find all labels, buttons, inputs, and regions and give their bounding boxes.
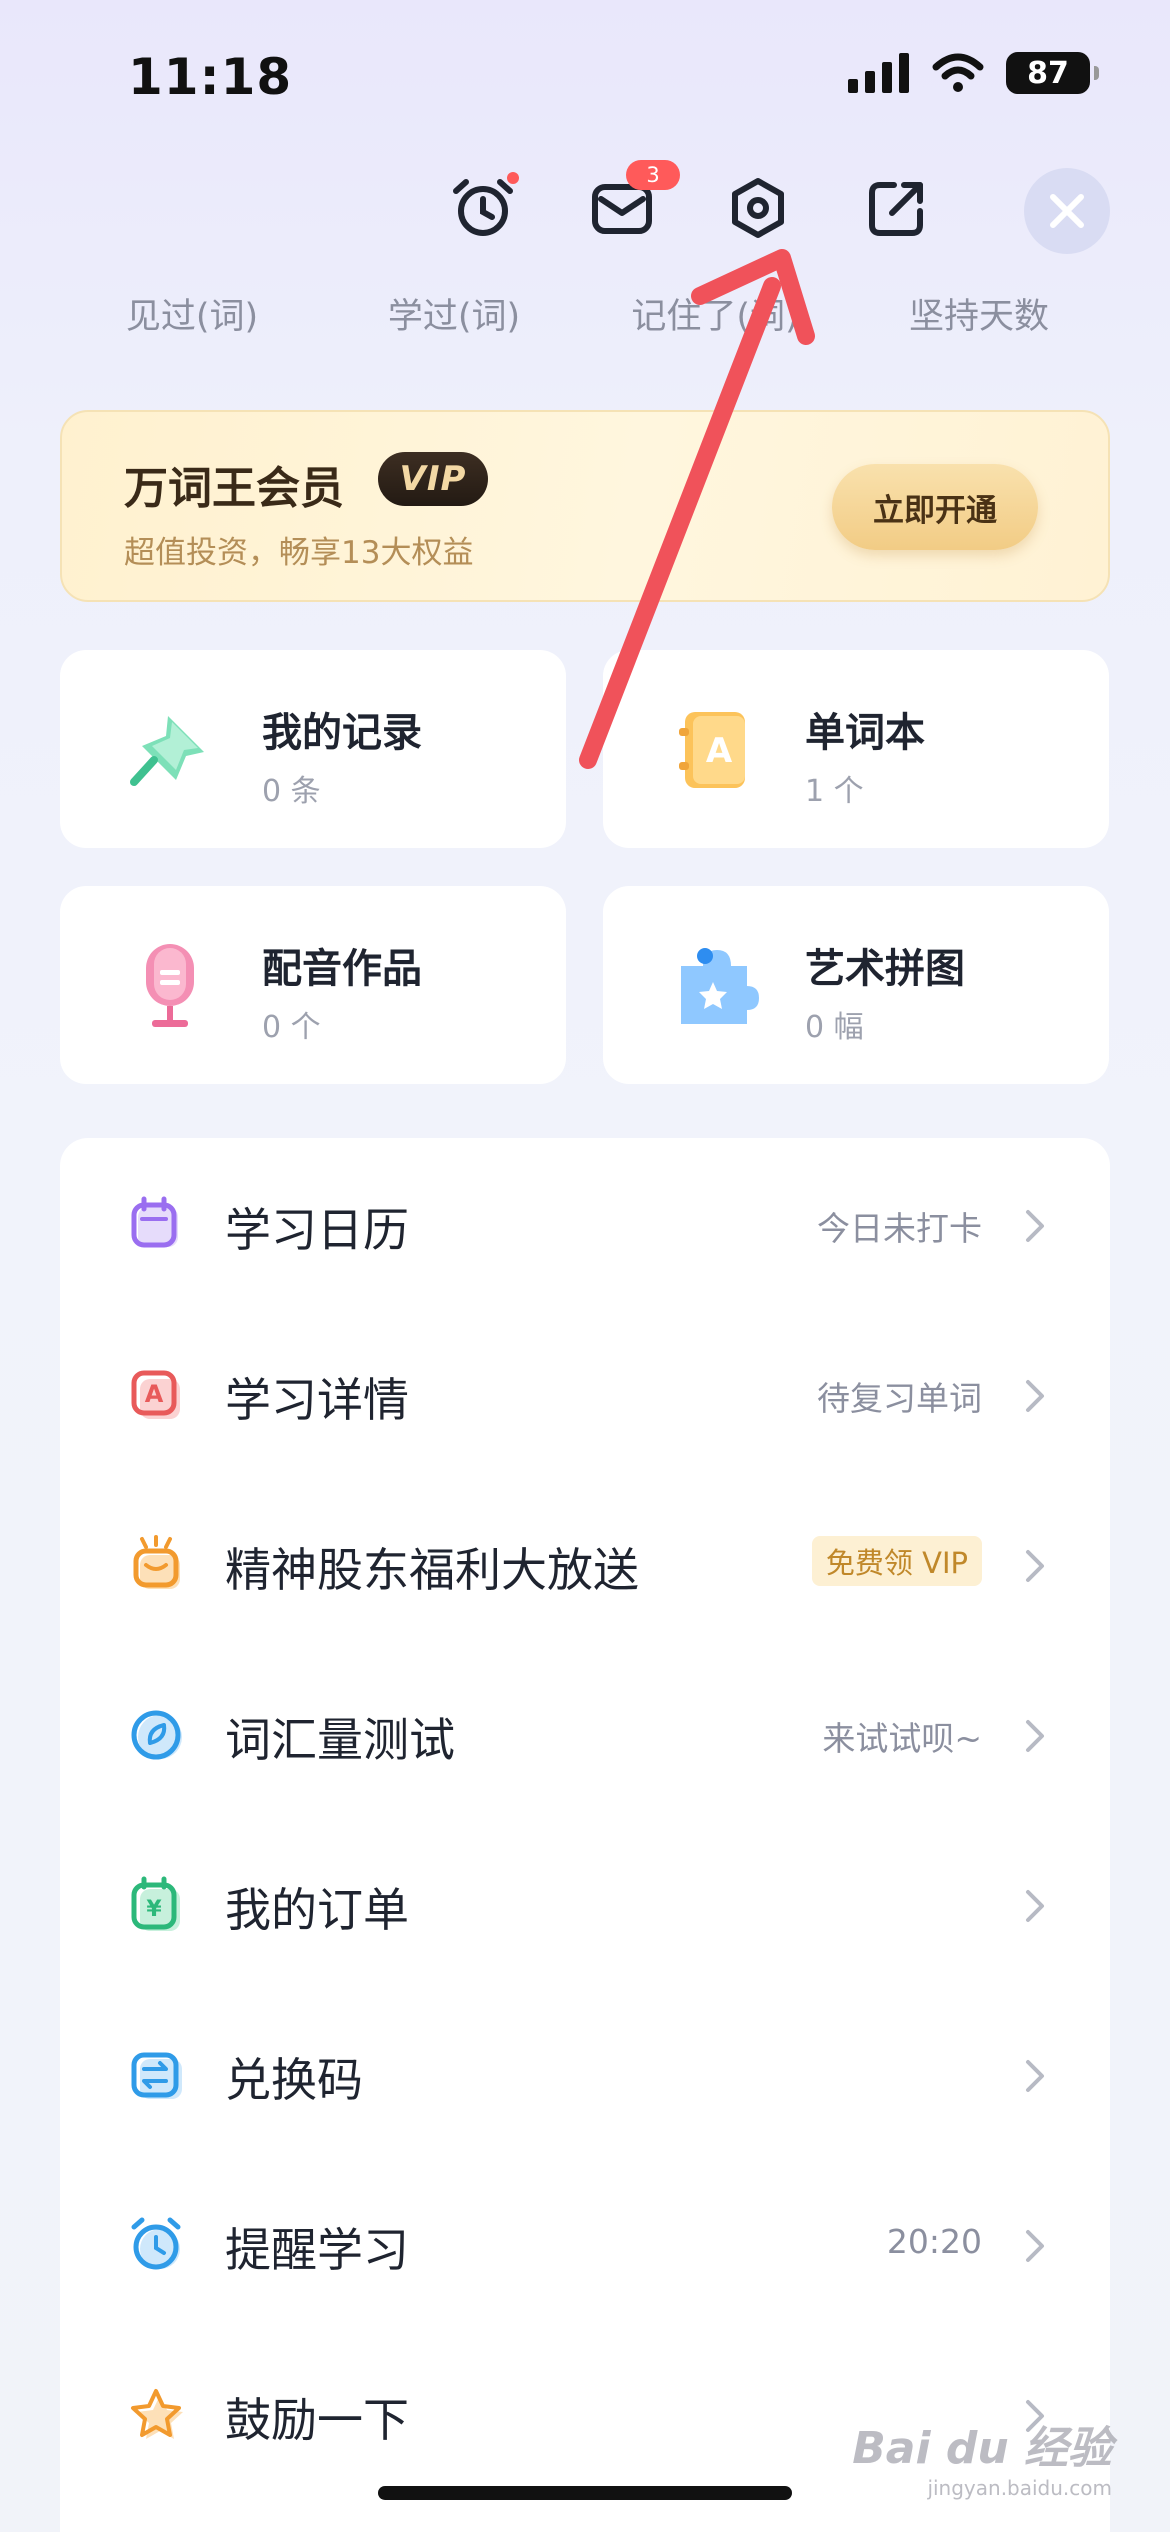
chevron-right-icon — [1026, 1380, 1044, 1412]
card-count: 0 个 — [262, 1010, 321, 1045]
card-dubbing[interactable]: 配音作品 0 个 — [60, 886, 566, 1084]
card-title: 我的记录 — [262, 710, 422, 756]
stat-streak-label[interactable]: 坚持天数 — [869, 288, 1089, 339]
svg-text:¥: ¥ — [146, 1897, 162, 1922]
stat-learned-label[interactable]: 学过(词) — [344, 288, 564, 339]
chevron-right-icon — [1026, 1210, 1044, 1242]
menu-item-label: 精神股东福利大放送 — [225, 1543, 639, 1597]
card-count: 1 个 — [805, 774, 864, 809]
menu-item-label: 兑换码 — [225, 2053, 363, 2107]
stat-remembered-label[interactable]: 记住了(词) — [605, 288, 825, 339]
reminder-time: 20:20 — [886, 2222, 982, 2261]
wifi-icon — [932, 53, 984, 92]
battery-indicator: 87 — [1006, 52, 1099, 94]
vip-title: 万词王会员 — [124, 463, 344, 514]
card-wordbook[interactable]: A 单词本 1 个 — [603, 650, 1109, 848]
watermark-logo: Bai du 经验 — [852, 2423, 1112, 2474]
chevron-right-icon — [1026, 2230, 1044, 2262]
stats-row: 见过(词) 学过(词) 记住了(词) 坚持天数 — [0, 288, 1170, 338]
alarm-clock-icon — [453, 179, 513, 236]
menu-item-redeem-code[interactable]: 兑换码 — [60, 1988, 1110, 2158]
calendar-icon — [131, 1196, 178, 1248]
vip-activate-button[interactable]: 立即开通 — [832, 464, 1038, 550]
menu-item-label: 学习日历 — [225, 1203, 409, 1257]
alarm-button[interactable] — [443, 168, 523, 248]
watermark: Bai du 经验 jingyan.baidu.com — [852, 2412, 1112, 2500]
vip-banner[interactable]: 万词王会员 VIP 超值投资，畅享13大权益 立即开通 — [60, 410, 1110, 602]
exchange-icon — [131, 2052, 182, 2099]
messages-button[interactable]: 3 — [582, 160, 680, 248]
alarm-icon — [131, 2217, 181, 2270]
battery-level: 87 — [1027, 55, 1069, 91]
menu-item-study-details[interactable]: A 学习详情 待复习单词 — [60, 1308, 1110, 1478]
card-title: 配音作品 — [262, 946, 422, 992]
star-icon — [131, 2389, 183, 2439]
card-art-puzzle[interactable]: 艺术拼图 0 幅 — [603, 886, 1109, 1084]
close-icon — [1050, 194, 1084, 228]
status-bar: 11:18 87 — [0, 0, 1170, 150]
menu-item-study-reminder[interactable]: 提醒学习 20:20 — [60, 2158, 1110, 2328]
menu-list: 学习日历 今日未打卡 A 学习详情 待复习单词 精神股东福利大放送 免费领 VI… — [60, 1138, 1110, 2532]
card-my-records[interactable]: 我的记录 0 条 — [60, 650, 566, 848]
puzzle-icon — [681, 948, 759, 1024]
svg-text:A: A — [145, 1380, 164, 1408]
vip-subtitle: 超值投资，畅享13大权益 — [124, 535, 474, 571]
card-count: 0 条 — [262, 774, 321, 809]
order-icon: ¥ — [131, 1876, 180, 1931]
chevron-right-icon — [1026, 1550, 1044, 1582]
svg-text:A: A — [706, 731, 733, 771]
share-button[interactable] — [857, 168, 937, 248]
watermark-url: jingyan.baidu.com — [927, 2476, 1112, 2500]
menu-item-my-orders[interactable]: ¥ 我的订单 — [60, 1818, 1110, 1988]
settings-icon — [732, 178, 784, 238]
menu-item-label: 提醒学习 — [225, 2223, 409, 2277]
stat-seen-label[interactable]: 见过(词) — [82, 288, 302, 339]
status-icons: 87 — [848, 52, 1099, 94]
top-toolbar: 3 — [0, 160, 1170, 258]
close-button[interactable] — [1024, 168, 1110, 254]
cellular-signal-icon — [848, 53, 909, 93]
wordbook-icon: A — [679, 712, 745, 788]
compass-icon — [131, 1710, 182, 1760]
share-icon — [869, 182, 923, 236]
card-title: 单词本 — [805, 710, 925, 756]
chevron-right-icon — [1026, 1720, 1044, 1752]
menu-item-label: 学习详情 — [225, 1373, 409, 1427]
study-detail-icon: A — [131, 1370, 180, 1419]
chevron-right-icon — [1026, 1890, 1044, 1922]
card-title: 艺术拼图 — [805, 946, 965, 992]
menu-item-label: 词汇量测试 — [225, 1713, 455, 1767]
menu-item-label: 鼓励一下 — [225, 2393, 409, 2447]
menu-item-status: 来试试呗~ — [822, 1719, 982, 1758]
alarm-notification-dot — [507, 172, 519, 184]
chevron-right-icon — [1026, 2060, 1044, 2092]
menu-item-study-calendar[interactable]: 学习日历 今日未打卡 — [60, 1138, 1110, 1308]
microphone-icon — [146, 944, 194, 1027]
menu-item-vocabulary-test[interactable]: 词汇量测试 来试试呗~ — [60, 1648, 1110, 1818]
status-time: 11:18 — [128, 48, 293, 106]
gift-icon — [133, 1535, 180, 1589]
home-indicator[interactable] — [378, 2486, 792, 2500]
menu-item-shareholder-benefits[interactable]: 精神股东福利大放送 免费领 VIP — [60, 1478, 1110, 1648]
pin-icon — [130, 716, 204, 786]
menu-item-label: 我的订单 — [225, 1883, 409, 1937]
menu-item-status: 今日未打卡 — [817, 1209, 982, 1248]
free-vip-chip: 免费领 VIP — [811, 1536, 982, 1586]
vip-tag: VIP — [378, 452, 488, 506]
settings-button[interactable] — [718, 168, 798, 248]
mail-badge: 3 — [626, 160, 680, 190]
menu-item-status: 待复习单词 — [817, 1379, 982, 1418]
card-count: 0 幅 — [805, 1010, 864, 1045]
